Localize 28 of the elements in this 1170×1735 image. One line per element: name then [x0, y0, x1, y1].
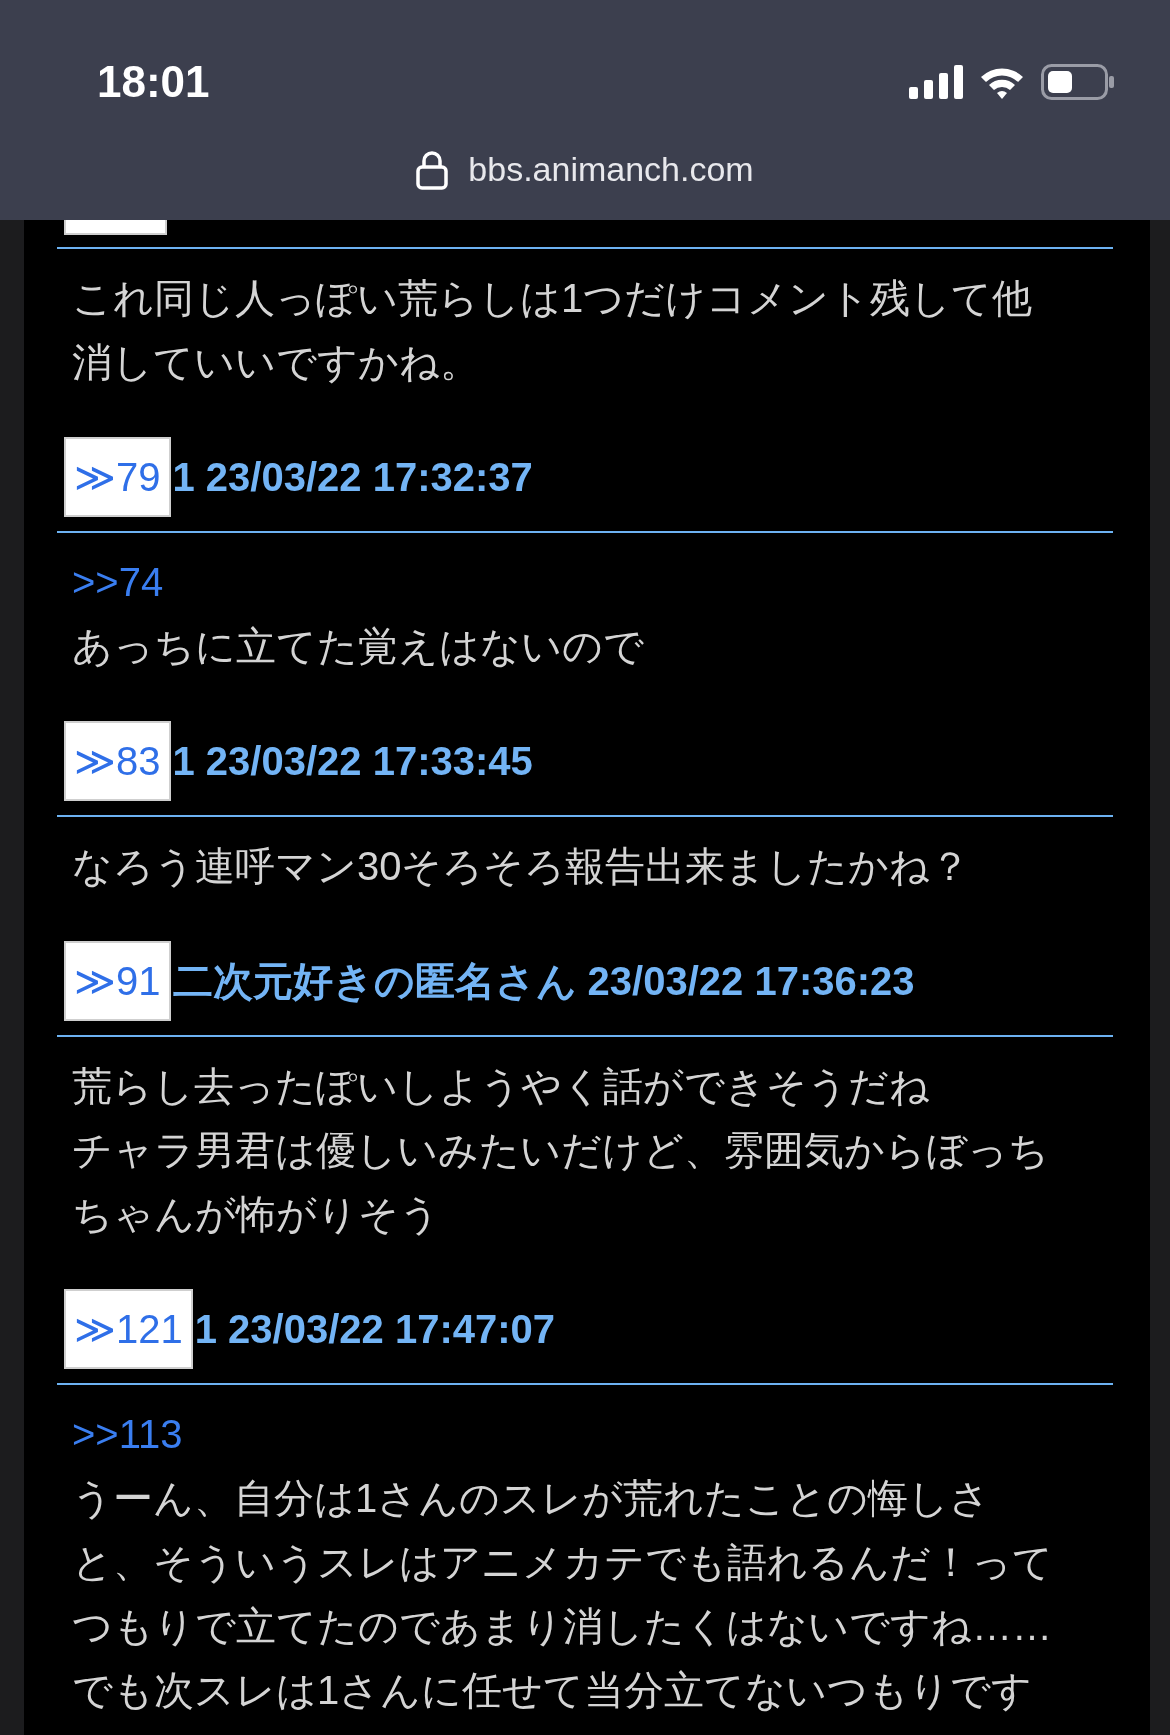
post-text: つもりで立てたのであまり消したくはないですね……	[72, 1603, 1053, 1650]
post-text: チャラ男君は優しいみたいだけど、雰囲気からぼっち	[72, 1127, 1050, 1174]
post-text: あっちに立てた覚えはないので	[72, 623, 645, 670]
address-url[interactable]: bbs.animanch.com	[468, 144, 754, 195]
post-meta: 1 23/03/22 17:47:07	[194, 1306, 556, 1353]
post-number-link[interactable]: ≫91	[64, 941, 171, 1021]
post-number-link[interactable]: ≫83	[64, 721, 171, 801]
battery-icon	[1041, 64, 1115, 100]
post-text: これ同じ人っぽい荒らしは1つだけコメント残して他	[72, 275, 1034, 322]
reply-link[interactable]: >>113	[72, 1402, 1113, 1466]
post-meta: 1 23/03/22 17:33:45	[172, 738, 533, 785]
post-text: うーん、自分は1さんのスレが荒れたことの悔しさ	[72, 1475, 992, 1522]
post-text: なろう連呼マン30そろそろ報告出来ましたかね？	[72, 843, 972, 890]
post-text: と、そういうスレはアニメカテでも語れるんだ！って	[72, 1539, 1054, 1586]
reply-link[interactable]: >>74	[72, 550, 1113, 614]
post-meta: 1 23/03/22 17:32:37	[172, 454, 533, 501]
post-text: でも次スレは1さんに任せて当分立てないつもりです	[72, 1667, 1034, 1714]
post-number-link[interactable]: ≫79	[64, 437, 171, 517]
post-text: 消していいですかね。	[72, 339, 481, 386]
post-number-link[interactable]: ≫121	[64, 1289, 193, 1369]
post-meta: 二次元好きの匿名さん 23/03/22 17:36:23	[172, 958, 915, 1005]
post-text: ちゃんが怖がりそう	[72, 1191, 441, 1238]
post-number-box[interactable]	[64, 220, 167, 235]
post-text: 荒らし去ったぽいしようやく話ができそうだね	[72, 1063, 931, 1110]
lock-icon	[416, 149, 449, 190]
signal-icon	[909, 65, 963, 99]
wifi-icon	[979, 65, 1025, 99]
status-time: 18:01	[97, 56, 210, 108]
